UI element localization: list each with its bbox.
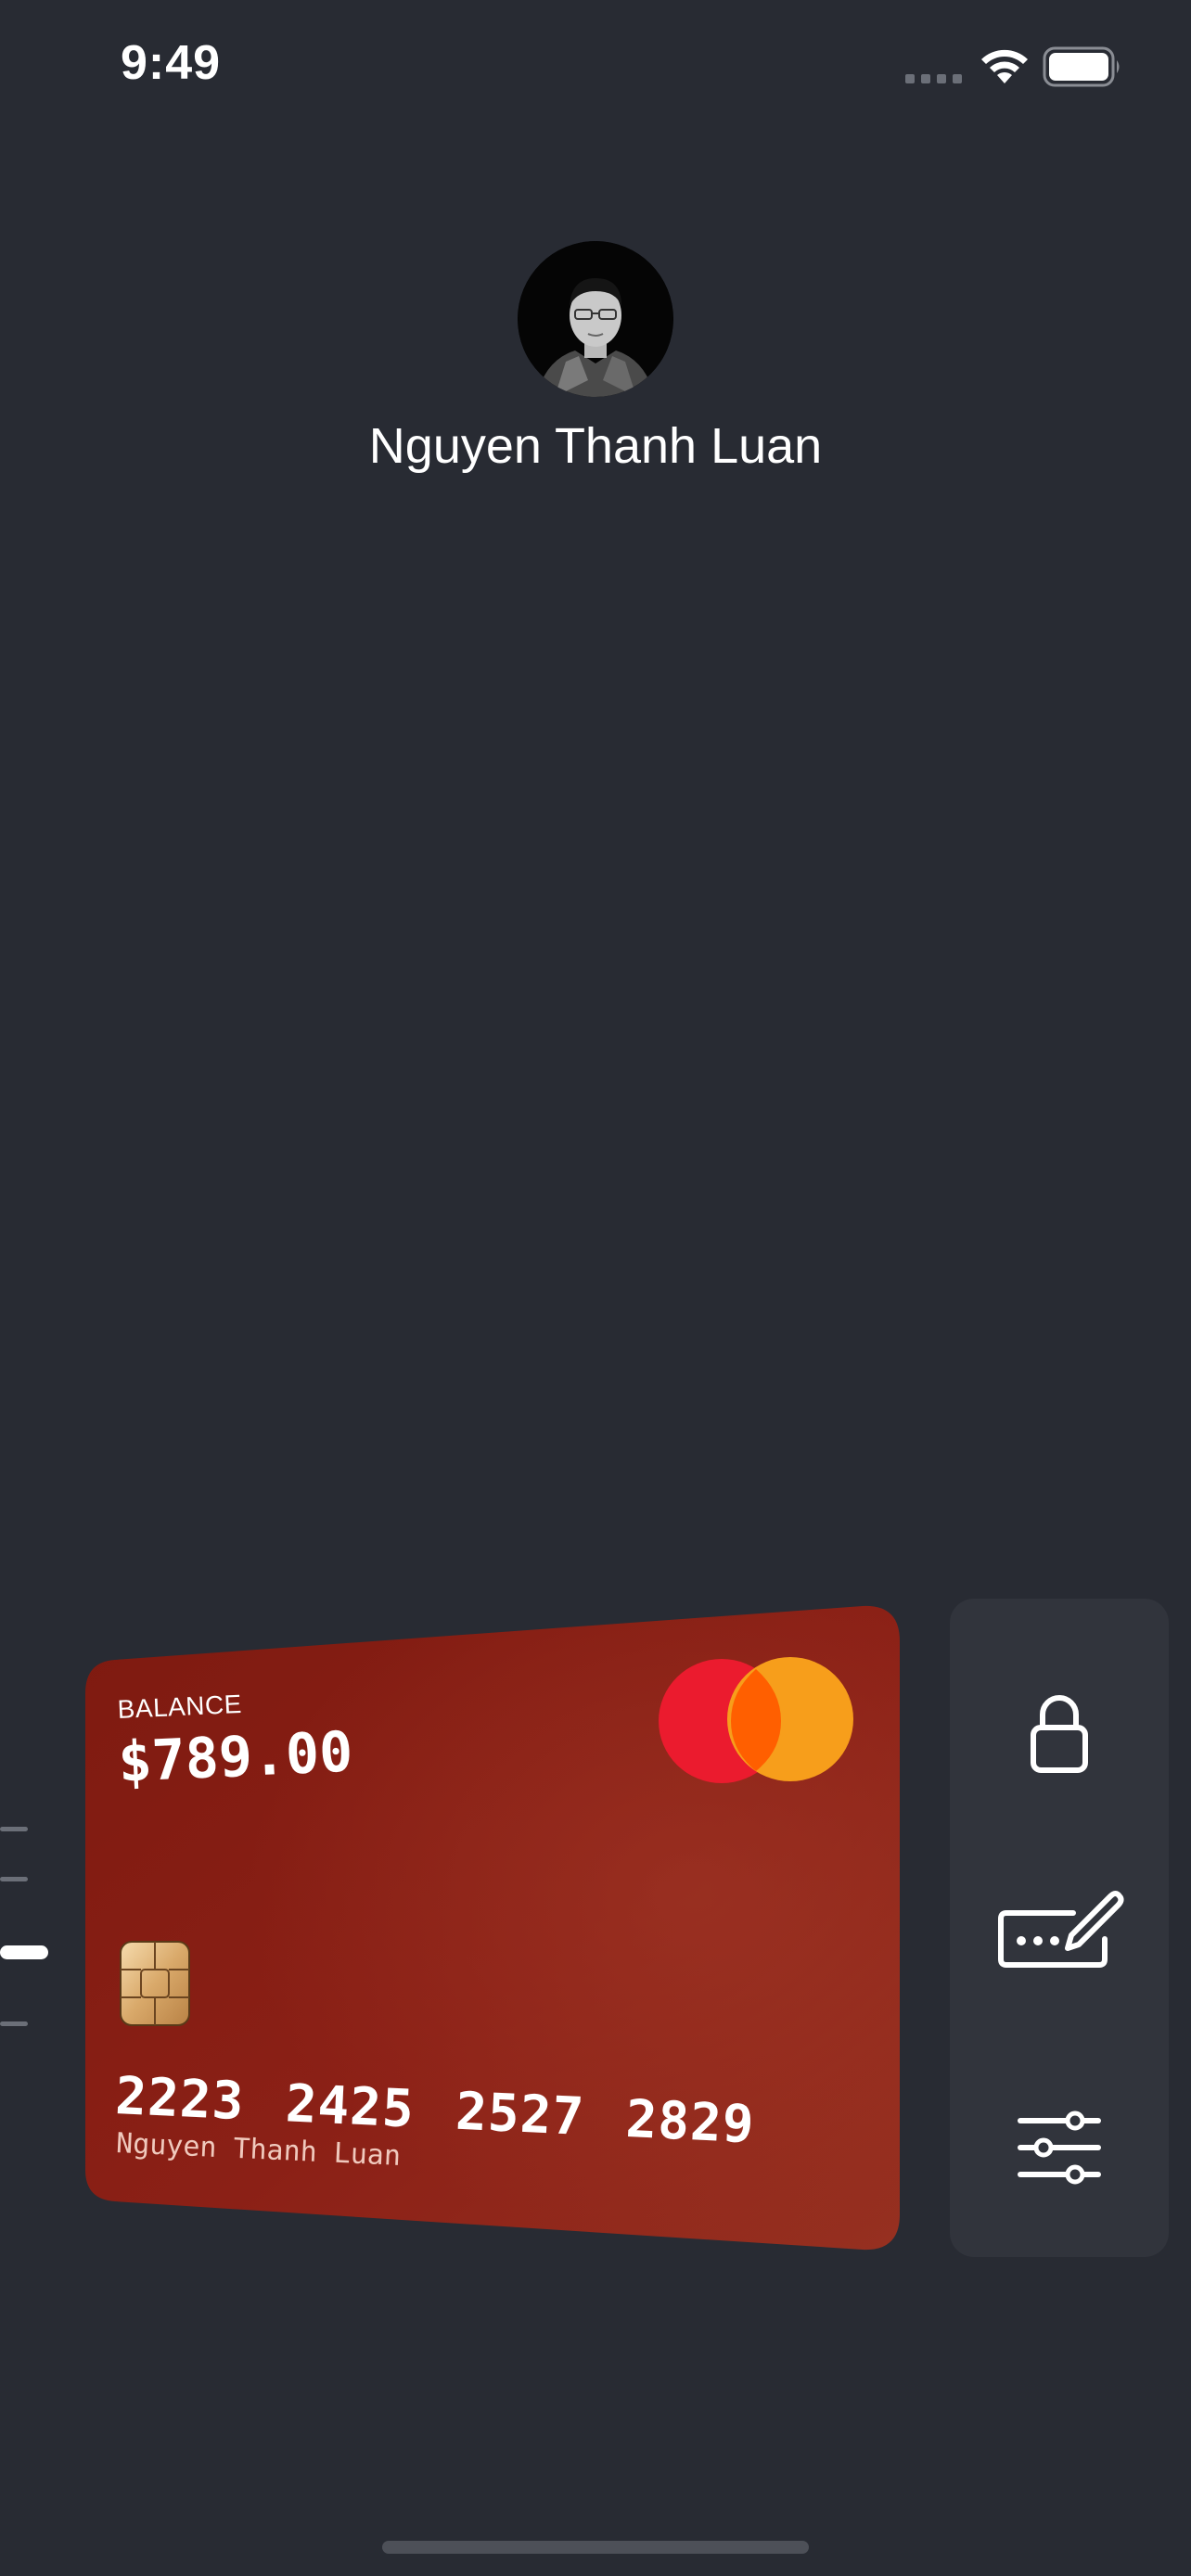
home-indicator[interactable] [382, 2541, 809, 2554]
sliders-icon [1018, 2111, 1101, 2185]
lock-icon [1031, 1695, 1088, 1773]
settings-button[interactable] [950, 2055, 1169, 2240]
edit-pin-icon [998, 1891, 1124, 1968]
mastercard-logo [659, 1657, 853, 1783]
edit-pin-button[interactable] [950, 1836, 1169, 2021]
chip-icon [120, 1941, 190, 2026]
lock-button[interactable] [950, 1641, 1169, 1827]
balance-label: BALANCE [117, 1689, 243, 1724]
balance-amount: $789.00 [117, 1719, 354, 1795]
card-actions-panel [950, 1599, 1169, 2257]
